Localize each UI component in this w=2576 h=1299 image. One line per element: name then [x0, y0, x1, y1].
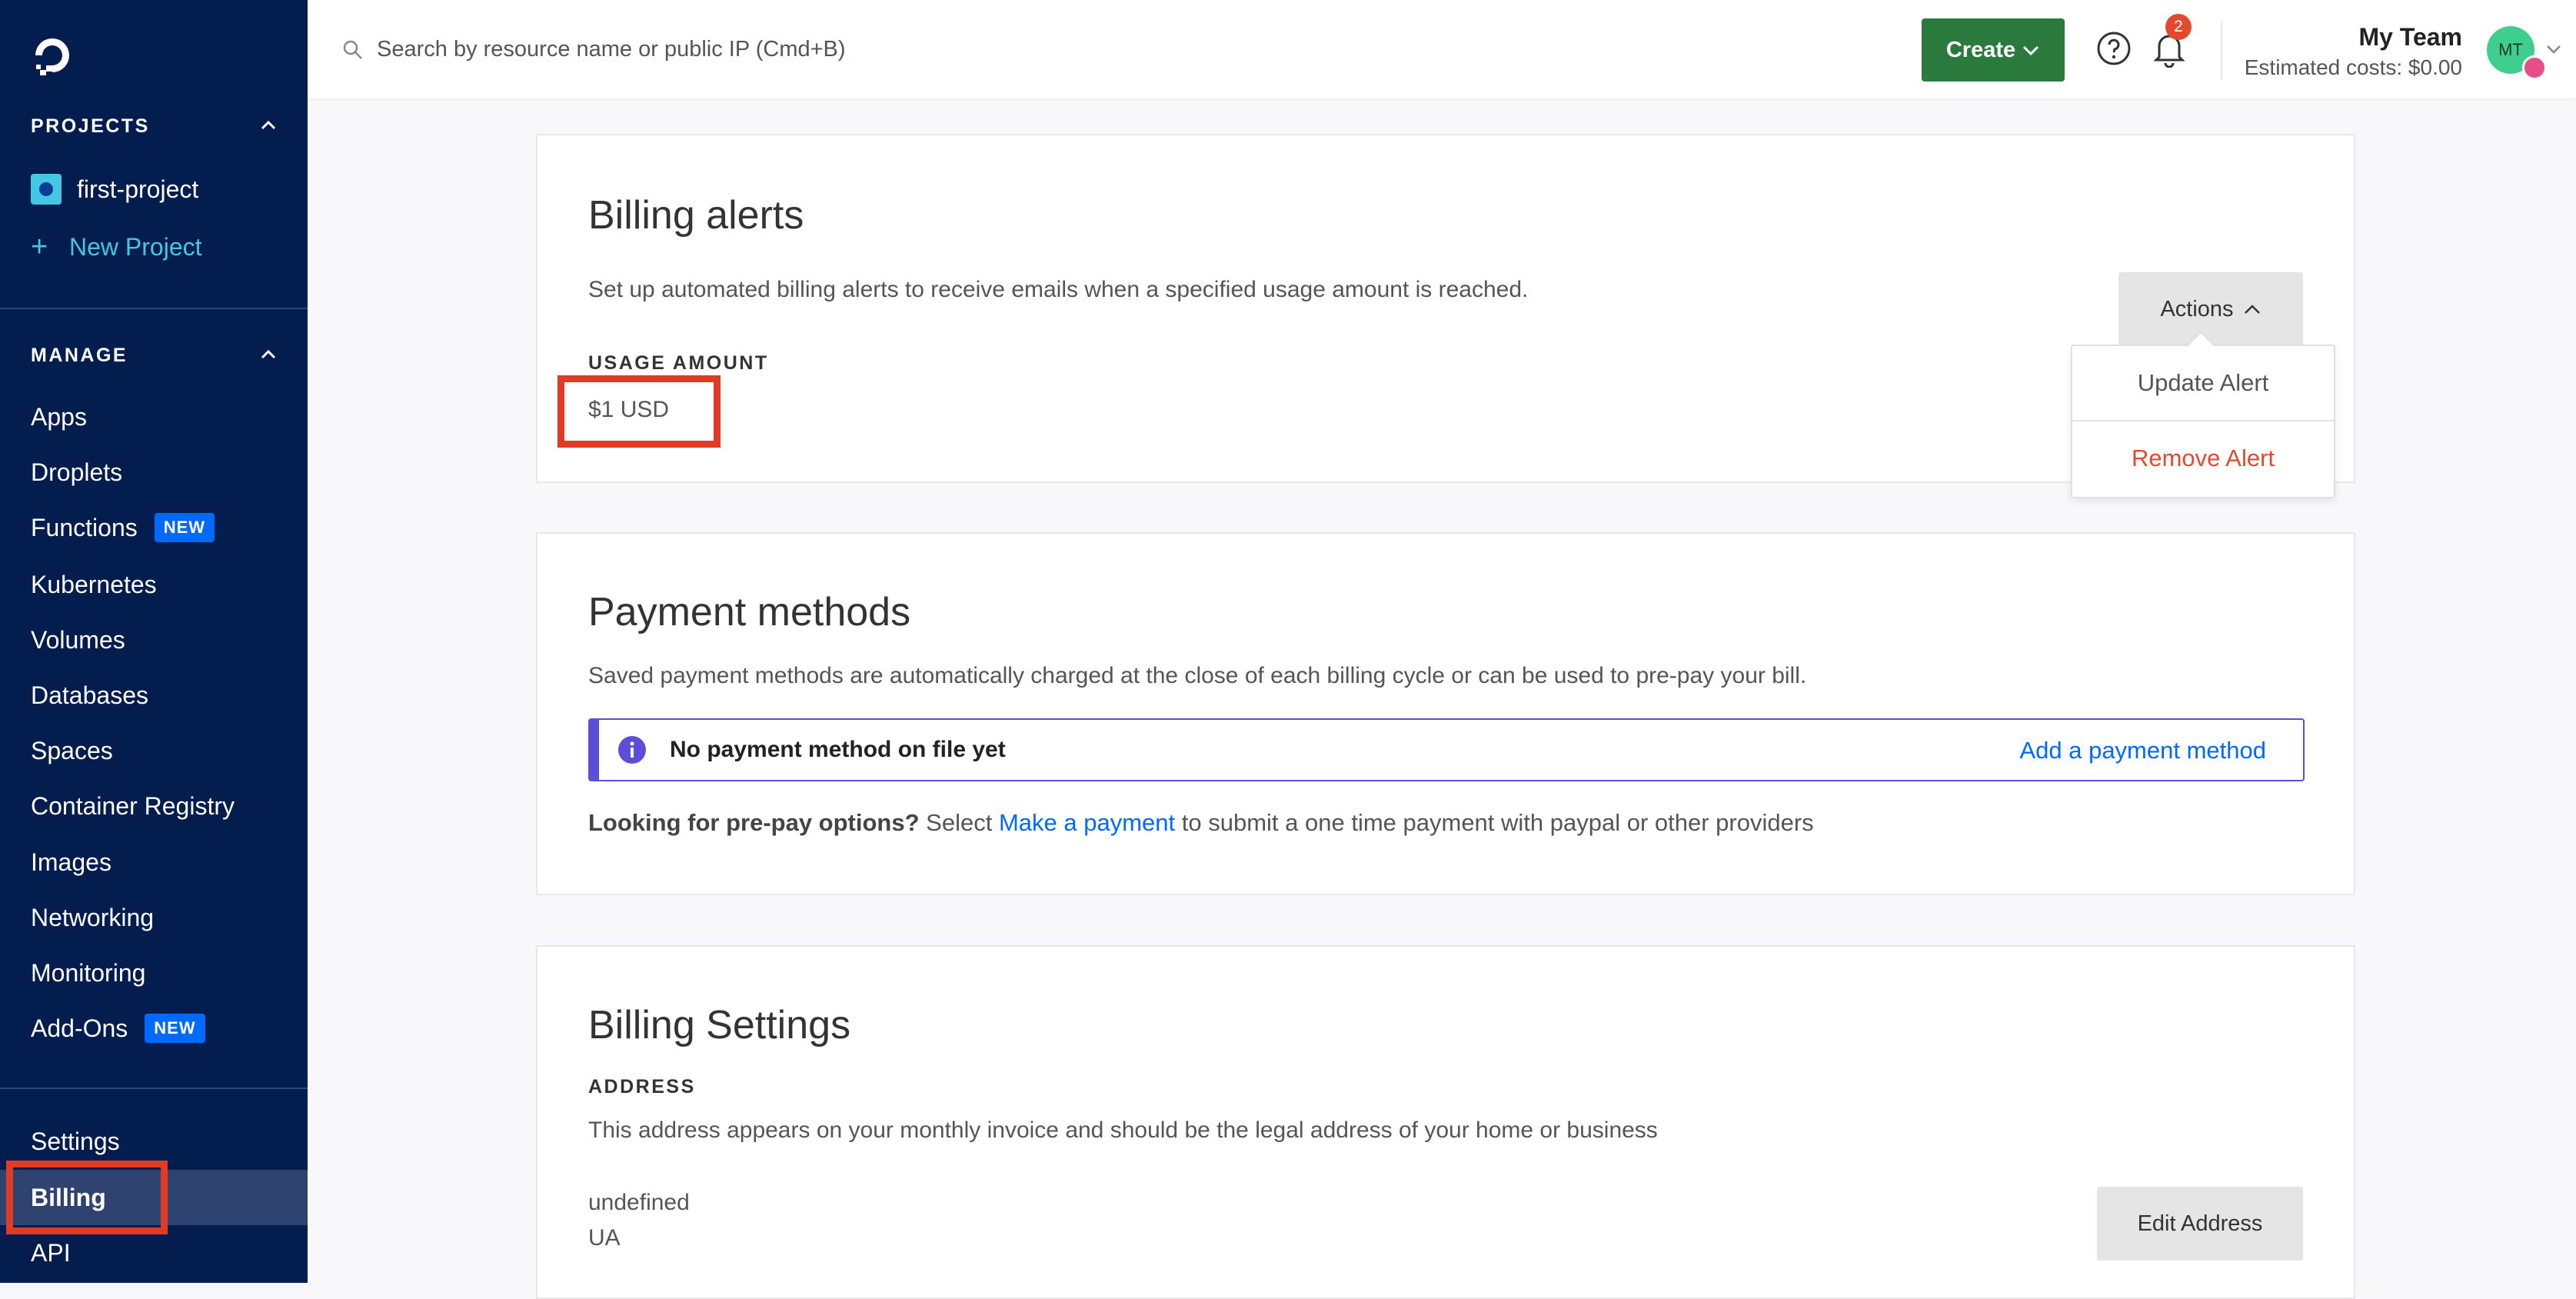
project-icon: [31, 174, 62, 205]
actions-label: Actions: [2160, 296, 2234, 321]
chevron-up-icon: [2244, 305, 2260, 314]
sidebar-item-droplets[interactable]: Droplets: [31, 453, 122, 491]
nav-label: Apps: [31, 402, 87, 431]
nav-label: Volumes: [31, 625, 125, 654]
billing-alerts-title: Billing alerts: [588, 193, 804, 238]
nav-label: Networking: [31, 903, 155, 931]
new-project-link[interactable]: + New Project: [31, 231, 202, 264]
plus-icon: +: [31, 231, 48, 263]
search-input[interactable]: [375, 29, 1070, 69]
sidebar-item-networking[interactable]: Networking: [31, 898, 154, 937]
sidebar-item-volumes[interactable]: Volumes: [31, 621, 125, 659]
sidebar-item-kubernetes[interactable]: Kubernetes: [31, 565, 157, 604]
nav-label: Images: [31, 848, 111, 876]
address-label: ADDRESS: [588, 1076, 696, 1097]
new-badge: NEW: [154, 513, 215, 542]
sidebar-divider: [0, 308, 308, 309]
nav-label: Container Registry: [31, 791, 235, 820]
project-item-first-project[interactable]: first-project: [31, 174, 198, 205]
create-label: Create: [1945, 37, 2016, 62]
prepay-heading: Looking for pre-pay options?: [588, 809, 920, 836]
address-line-2: UA: [588, 1225, 621, 1251]
create-button[interactable]: Create: [1922, 18, 2065, 82]
sidebar-item-spaces[interactable]: Spaces: [31, 731, 113, 770]
nav-label: API: [31, 1238, 71, 1267]
new-badge: NEW: [145, 1014, 205, 1043]
prepay-post: to submit a one time payment with paypal…: [1181, 809, 1814, 836]
nav-label: Monitoring: [31, 958, 146, 987]
estimated-costs: Estimated costs: $0.00: [2244, 55, 2462, 79]
prepay-info: Looking for pre-pay options? Select Make…: [588, 809, 1814, 837]
nav-label: Add-Ons: [31, 1014, 128, 1042]
actions-dropdown-menu: Update Alert Remove Alert: [2071, 345, 2335, 498]
highlight-box-usage: [557, 375, 721, 448]
projects-heading: PROJECTS: [31, 115, 150, 137]
billing-settings-card: Billing Settings ADDRESS This address ap…: [536, 945, 2355, 1299]
prepay-pre: Select: [926, 809, 993, 836]
nav-label: Functions: [31, 513, 138, 541]
make-a-payment-link[interactable]: Make a payment: [999, 809, 1175, 836]
update-alert-menu-item[interactable]: Update Alert: [2072, 346, 2334, 420]
payment-methods-card: Payment methods Saved payment methods ar…: [536, 532, 2355, 895]
sidebar-item-images[interactable]: Images: [31, 843, 111, 881]
project-label: first-project: [77, 175, 199, 203]
nav-label: Settings: [31, 1127, 120, 1155]
chevron-down-icon[interactable]: [2545, 43, 2562, 55]
nav-label: Databases: [31, 681, 148, 709]
topbar-divider: [2221, 22, 2222, 80]
digitalocean-logo-icon[interactable]: [29, 32, 75, 78]
sidebar-item-databases[interactable]: Databases: [31, 676, 148, 714]
billing-alerts-description: Set up automated billing alerts to recei…: [588, 277, 1529, 302]
edit-address-label: Edit Address: [2137, 1211, 2263, 1236]
billing-settings-title: Billing Settings: [588, 1003, 851, 1048]
no-payment-notice: No payment method on file yet Add a paym…: [588, 718, 2305, 781]
nav-label: Spaces: [31, 736, 113, 764]
sidebar-item-monitoring[interactable]: Monitoring: [31, 954, 145, 992]
sidebar-item-settings[interactable]: Settings: [31, 1122, 120, 1161]
add-payment-method-link[interactable]: Add a payment method: [2019, 737, 2266, 764]
payment-methods-description: Saved payment methods are automatically …: [588, 663, 1807, 688]
address-line-1: undefined: [588, 1190, 690, 1215]
new-project-label: New Project: [69, 233, 202, 261]
edit-address-button[interactable]: Edit Address: [2097, 1187, 2303, 1261]
sidebar-item-add-ons[interactable]: Add-Ons NEW: [31, 1009, 205, 1048]
search-icon: [343, 40, 362, 59]
team-name[interactable]: My Team: [2358, 23, 2462, 52]
avatar-status-dot: [2522, 55, 2547, 80]
actions-button[interactable]: Actions: [2118, 272, 2303, 346]
address-description: This address appears on your monthly inv…: [588, 1117, 1658, 1143]
sidebar: PROJECTS first-project + New Project MAN…: [0, 0, 308, 1283]
help-icon[interactable]: [2096, 31, 2132, 66]
highlight-box-billing: [6, 1161, 168, 1234]
manage-heading: MANAGE: [31, 345, 128, 366]
info-icon: [618, 736, 646, 764]
payment-methods-title: Payment methods: [588, 590, 911, 635]
chevron-down-icon: [2023, 45, 2039, 56]
sidebar-item-api[interactable]: API: [31, 1234, 71, 1272]
usage-amount-label: USAGE AMOUNT: [588, 352, 769, 374]
nav-label: Droplets: [31, 458, 123, 486]
sidebar-item-container-registry[interactable]: Container Registry: [31, 787, 235, 825]
notice-text: No payment method on file yet: [670, 737, 1006, 762]
nav-label: Kubernetes: [31, 570, 157, 598]
sidebar-divider: [0, 1087, 308, 1089]
sidebar-item-functions[interactable]: Functions NEW: [31, 508, 215, 547]
chevron-up-icon[interactable]: [258, 115, 278, 135]
sidebar-item-apps[interactable]: Apps: [31, 398, 87, 436]
chevron-up-icon[interactable]: [258, 345, 278, 365]
remove-alert-menu-item[interactable]: Remove Alert: [2072, 421, 2334, 495]
notification-badge: 2: [2165, 14, 2192, 40]
